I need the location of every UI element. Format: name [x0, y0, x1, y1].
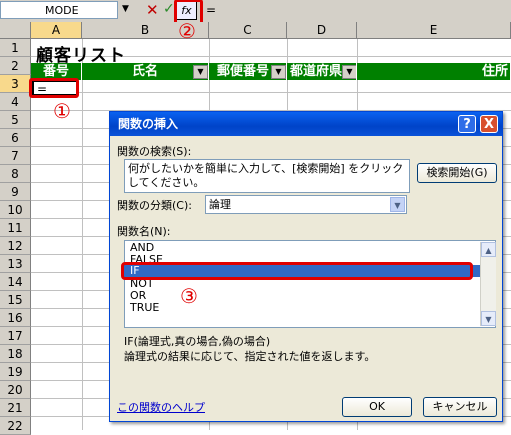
- row-header[interactable]: 6: [0, 129, 31, 147]
- row-header[interactable]: 19: [0, 363, 31, 381]
- cell-highlight-marker: [29, 78, 79, 98]
- column-header-e[interactable]: E: [357, 22, 511, 39]
- column-header-c[interactable]: C: [209, 22, 287, 39]
- formula-input[interactable]: =: [206, 3, 216, 17]
- function-help-link[interactable]: この関数のヘルプ: [117, 399, 205, 415]
- close-icon[interactable]: X: [480, 115, 498, 133]
- row-header[interactable]: 20: [0, 381, 31, 399]
- dialog-title: 関数の挿入: [110, 112, 502, 136]
- step-marker-1: ①: [53, 99, 71, 123]
- header-label: 氏名: [131, 64, 158, 79]
- row-header[interactable]: 1: [0, 39, 31, 57]
- row-header[interactable]: 3: [0, 75, 31, 93]
- header-label: 番号: [42, 64, 69, 79]
- step-marker-2: ②: [178, 19, 196, 43]
- column-header-d[interactable]: D: [287, 22, 357, 39]
- category-label: 関数の分類(C):: [117, 199, 192, 212]
- row-header[interactable]: 9: [0, 183, 31, 201]
- list-scrollbar[interactable]: ▲ ▼: [480, 242, 496, 326]
- row-header[interactable]: 4: [0, 93, 31, 111]
- name-box[interactable]: MODE: [0, 1, 118, 19]
- search-label: 関数の検索(S):: [117, 145, 192, 158]
- category-select[interactable]: 論理 ▼: [205, 195, 407, 214]
- row-header[interactable]: 18: [0, 345, 31, 363]
- help-icon[interactable]: ?: [458, 115, 476, 133]
- header-cell-address[interactable]: 住所: [357, 63, 511, 80]
- header-cell-prefecture[interactable]: 都道府県 ▼: [287, 63, 357, 80]
- cancel-button[interactable]: キャンセル: [423, 397, 497, 417]
- list-item-true[interactable]: TRUE: [130, 302, 159, 314]
- row-header[interactable]: 5: [0, 111, 31, 129]
- search-input[interactable]: 何がしたいかを簡単に入力して、[検索開始] をクリックしてください。: [124, 159, 410, 193]
- search-button[interactable]: 検索開始(G): [417, 163, 497, 183]
- grid-line: [82, 39, 83, 430]
- header-label: 都道府県: [290, 64, 343, 79]
- row-header[interactable]: 16: [0, 309, 31, 327]
- scroll-up-icon[interactable]: ▲: [481, 242, 496, 257]
- row-header[interactable]: 13: [0, 255, 31, 273]
- function-name-label: 関数名(N):: [117, 225, 171, 238]
- header-label: 住所: [481, 64, 508, 79]
- function-description: 論理式の結果に応じて、指定された値を返します。: [124, 350, 376, 363]
- filter-dropdown-icon[interactable]: ▼: [342, 65, 356, 79]
- row-header[interactable]: 17: [0, 327, 31, 345]
- confirm-entry-icon[interactable]: ✓: [163, 1, 175, 17]
- filter-dropdown-icon[interactable]: ▼: [193, 65, 208, 79]
- row-header[interactable]: 7: [0, 147, 31, 165]
- formula-bar: MODE ▼ ✕ ✓ fx =: [0, 0, 511, 26]
- row-header[interactable]: 15: [0, 291, 31, 309]
- list-item-and[interactable]: AND: [130, 242, 154, 254]
- step-marker-3: ③: [180, 284, 198, 308]
- chevron-down-icon[interactable]: ▼: [390, 197, 405, 212]
- row-header[interactable]: 21: [0, 399, 31, 417]
- cancel-entry-icon[interactable]: ✕: [146, 1, 159, 19]
- column-header-a[interactable]: A: [31, 22, 82, 39]
- row-header[interactable]: 12: [0, 237, 31, 255]
- list-item-false[interactable]: FALSE: [130, 254, 163, 262]
- row-header[interactable]: 8: [0, 165, 31, 183]
- header-cell-name[interactable]: 氏名 ▼: [82, 63, 209, 80]
- row-header[interactable]: 10: [0, 201, 31, 219]
- selection-highlight-marker: [121, 262, 473, 280]
- row-header[interactable]: 14: [0, 273, 31, 291]
- filter-dropdown-icon[interactable]: ▼: [271, 65, 286, 79]
- row-header[interactable]: 2: [0, 57, 31, 75]
- insert-function-dialog: 関数の挿入 ? X 関数の検索(S): 何がしたいかを簡単に入力して、[検索開始…: [109, 111, 503, 422]
- row-header[interactable]: 22: [0, 417, 31, 435]
- header-cell-zip[interactable]: 郵便番号 ▼: [209, 63, 287, 80]
- header-label: 郵便番号: [217, 64, 270, 79]
- select-all-corner[interactable]: [0, 22, 31, 39]
- scroll-down-icon[interactable]: ▼: [481, 311, 496, 326]
- category-value: 論理: [209, 198, 231, 211]
- function-syntax: IF(論理式,真の場合,偽の場合): [124, 335, 271, 348]
- name-box-dropdown-icon[interactable]: ▼: [122, 4, 129, 14]
- ok-button[interactable]: OK: [342, 397, 412, 417]
- row-header[interactable]: 11: [0, 219, 31, 237]
